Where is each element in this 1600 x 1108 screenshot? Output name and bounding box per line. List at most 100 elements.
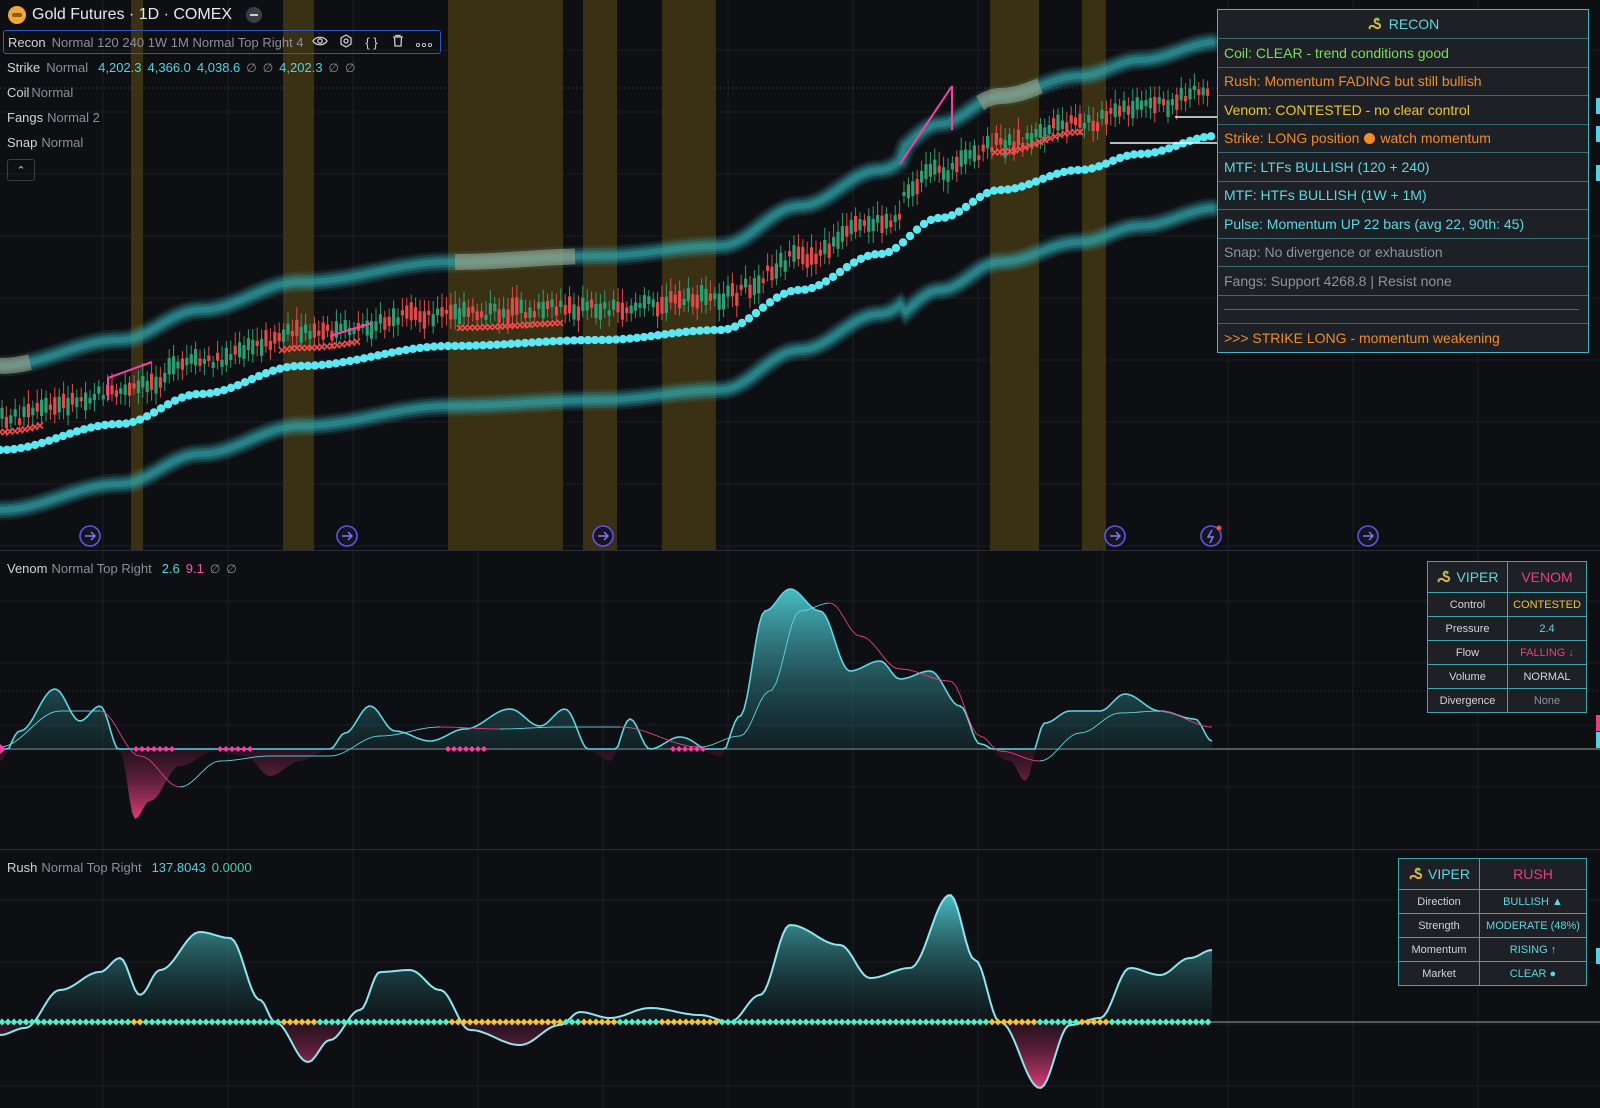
price-chart-pane[interactable]: Gold Futures · 1D · COMEX Recon Normal 1… <box>0 0 1600 550</box>
venom-chart-canvas[interactable] <box>0 551 1600 849</box>
rush-value-2: 0.0000 <box>211 860 252 875</box>
strike-dot <box>149 408 159 417</box>
candle-body <box>53 397 57 415</box>
candle-body <box>893 215 897 222</box>
candle-body <box>1074 117 1078 126</box>
candle-body <box>396 317 400 325</box>
settings-icon[interactable] <box>336 33 356 51</box>
eye-icon[interactable] <box>310 35 330 50</box>
candle-body <box>884 213 888 229</box>
candle-body <box>1192 85 1196 91</box>
strike-dot <box>366 352 376 362</box>
snap-indicator-legend[interactable]: Snap Normal <box>7 135 83 150</box>
rush-status-table: VIPER RUSH Direction BULLISH ▲ Strength MODER… <box>1398 858 1587 986</box>
venom-signal-segment <box>627 727 633 729</box>
candle-body <box>40 399 44 417</box>
candle-body <box>757 275 761 294</box>
venom-pane[interactable]: Venom Normal Top Right 2.6 9.1 ∅ ∅ VIPER… <box>0 551 1600 849</box>
venom-signal-segment <box>707 744 713 747</box>
candle-body <box>1038 123 1042 138</box>
candle-body <box>475 311 479 321</box>
candle-body <box>576 306 580 321</box>
candle-body <box>449 304 453 320</box>
venom-signal-segment <box>715 741 721 744</box>
table-row: Strength MODERATE (48%) <box>1399 914 1586 938</box>
fangs-indicator-legend[interactable]: Fangs Normal 2 <box>7 110 100 125</box>
candle-body <box>902 191 906 197</box>
collapse-symbol-icon[interactable] <box>246 7 263 23</box>
candle-body <box>994 132 998 145</box>
candle-body <box>326 324 330 331</box>
coil-cross <box>31 423 39 431</box>
venom-value-1: 2.6 <box>161 561 180 576</box>
session-band <box>448 0 563 550</box>
candle-body <box>1104 111 1108 125</box>
strike-dot <box>786 287 796 296</box>
more-icon[interactable] <box>414 35 434 50</box>
candle-body <box>233 345 237 355</box>
strike-na-4: ∅ <box>345 60 356 75</box>
candle-body <box>427 310 431 315</box>
rush-indicator-legend[interactable]: Rush Normal Top Right 137.8043 0.0000 <box>7 860 252 875</box>
candle-body <box>299 326 303 343</box>
session-band <box>662 0 716 550</box>
candle-body <box>774 263 778 279</box>
candle-body <box>84 392 88 411</box>
symbol-title[interactable]: Gold Futures · 1D · COMEX <box>32 6 232 24</box>
strike-indicator-legend[interactable]: Strike Normal 4,202.3 4,366.0 4,038.6 ∅ … <box>7 60 355 75</box>
candle-body <box>744 278 748 288</box>
coil-cross <box>1051 132 1059 141</box>
strike-dot <box>121 419 131 428</box>
table-cell-value: NORMAL <box>1523 670 1571 683</box>
coil-indicator-legend[interactable]: Coil Normal <box>7 85 73 100</box>
snap-legend-params: Normal <box>41 135 84 150</box>
rush-chart-canvas[interactable] <box>0 850 1600 1108</box>
candle-body <box>515 297 519 316</box>
alert-dot <box>1216 525 1222 531</box>
venom-indicator-legend[interactable]: Venom Normal Top Right 2.6 9.1 ∅ ∅ <box>7 561 237 576</box>
signal-marker-icon <box>1104 525 1126 547</box>
strike-value-4: 4,202.3 <box>279 60 323 75</box>
candle-body <box>871 218 875 232</box>
table-cell-value: BULLISH ▲ <box>1503 895 1563 908</box>
candle-body <box>968 150 972 159</box>
candle-body <box>273 331 277 344</box>
candle-body <box>585 301 589 311</box>
venom-signal-segment <box>199 769 205 775</box>
candle-body <box>642 295 646 309</box>
candle-body <box>911 181 915 197</box>
rush-pane[interactable]: Rush Normal Top Right 137.8043 0.0000 VI… <box>0 850 1600 1108</box>
candle-body <box>392 308 396 327</box>
candle-body <box>752 278 756 295</box>
fangs-legend-name: Fangs <box>7 110 44 125</box>
venom-signal-segment <box>1039 759 1045 762</box>
venom-signal-segment <box>331 754 337 757</box>
candle-body <box>730 283 734 297</box>
candle-body <box>827 243 831 258</box>
trash-icon[interactable] <box>388 34 408 50</box>
table-cell-value: 2.4 <box>1539 622 1555 635</box>
candle-body <box>981 144 985 152</box>
candle-body <box>136 380 140 393</box>
candle-body <box>506 309 510 324</box>
candle-body <box>128 382 132 396</box>
candle-body <box>66 397 70 416</box>
candle-body <box>889 220 893 228</box>
venom-signal-segment <box>987 740 993 747</box>
candle-body <box>660 296 664 314</box>
candle-body <box>1087 115 1091 123</box>
collapse-legend-button[interactable]: ⌃ <box>7 159 35 181</box>
candle-body <box>339 323 343 332</box>
status-dot-icon <box>1364 132 1376 144</box>
candle-body <box>858 219 862 231</box>
recon-indicator-legend[interactable]: Recon Normal 120 240 1W 1M Normal Top Ri… <box>3 30 441 54</box>
source-code-icon[interactable]: { } <box>362 35 382 50</box>
candle-body <box>238 342 242 358</box>
candle-body <box>1047 124 1051 135</box>
candle-body <box>123 384 127 395</box>
candle-body <box>145 380 149 392</box>
candle-body <box>502 308 506 318</box>
strike-dot <box>744 314 754 323</box>
recon-row-text: Venom: CONTESTED - no clear control <box>1224 101 1470 118</box>
recon-row-text: MTF: HTFs BULLISH (1W + 1M) <box>1224 187 1427 204</box>
